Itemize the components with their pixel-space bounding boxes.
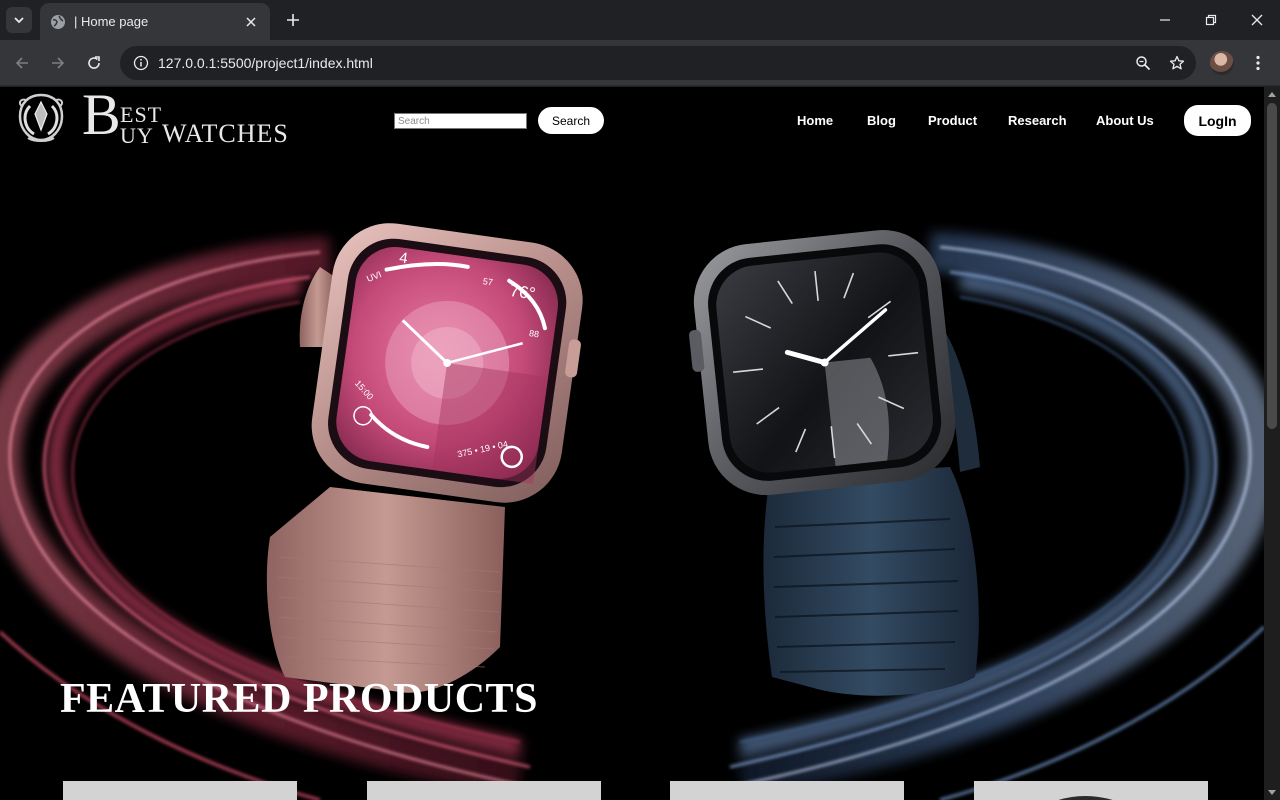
- nav-blog[interactable]: Blog: [867, 113, 896, 128]
- page-viewport: 4 UVI 57 76° 88 15:00 375 • 19 • 04 B ES…: [0, 87, 1264, 800]
- reload-icon: [88, 56, 100, 69]
- tab-search-button[interactable]: [6, 7, 32, 33]
- url-text: 127.0.0.1:5500/project1/index.html: [158, 55, 373, 71]
- product-card[interactable]: [974, 781, 1208, 800]
- watch-complication-small: 57: [482, 276, 493, 287]
- nav-research[interactable]: Research: [1008, 113, 1067, 128]
- featured-products-heading: FEATURED PRODUCTS: [60, 676, 538, 722]
- tab-title: | Home page: [74, 14, 149, 29]
- reload-button[interactable]: [80, 49, 108, 77]
- profile-avatar[interactable]: [1210, 51, 1234, 75]
- info-icon[interactable]: [126, 55, 156, 71]
- close-tab-icon[interactable]: [242, 13, 260, 31]
- bookmark-star-icon[interactable]: [1162, 49, 1192, 77]
- browser-tabstrip: | Home page: [0, 0, 1280, 40]
- nav-home[interactable]: Home: [797, 113, 833, 128]
- forward-button[interactable]: [44, 49, 72, 77]
- product-card[interactable]: [670, 781, 904, 800]
- login-button[interactable]: LogIn: [1184, 105, 1251, 136]
- plus-icon: [287, 14, 299, 26]
- product-image: [1058, 796, 1113, 800]
- arrow-left-icon: [15, 57, 28, 69]
- zoom-icon[interactable]: [1128, 49, 1158, 77]
- scroll-thumb[interactable]: [1267, 103, 1277, 429]
- new-tab-button[interactable]: [280, 7, 306, 33]
- chevron-down-icon: [14, 17, 24, 24]
- more-vert-icon: [1256, 55, 1260, 71]
- product-card[interactable]: [367, 781, 601, 800]
- page-scrollbar[interactable]: [1264, 87, 1280, 800]
- watch-complication-temp: 76°: [509, 281, 537, 303]
- nav-product[interactable]: Product: [928, 113, 977, 128]
- scroll-down-arrow-icon[interactable]: [1268, 788, 1276, 796]
- back-button[interactable]: [8, 49, 36, 77]
- arrow-right-icon: [52, 57, 65, 69]
- minimize-button[interactable]: [1142, 6, 1188, 34]
- product-image: [367, 781, 601, 800]
- browser-menu-button[interactable]: [1244, 49, 1272, 77]
- watch-complication-range: 88: [528, 328, 539, 339]
- browser-toolbar: 127.0.0.1:5500/project1/index.html: [0, 40, 1280, 86]
- restore-button[interactable]: [1188, 6, 1234, 34]
- restore-icon: [1205, 14, 1217, 26]
- scroll-up-arrow-icon[interactable]: [1268, 91, 1276, 99]
- close-window-button[interactable]: [1234, 6, 1280, 34]
- minimize-icon: [1160, 19, 1170, 21]
- nav-about-us[interactable]: About Us: [1096, 113, 1154, 128]
- close-icon: [1251, 14, 1263, 26]
- main-nav: Home Blog Product Research About Us: [0, 113, 1264, 131]
- browser-tab[interactable]: | Home page: [40, 3, 270, 40]
- product-card[interactable]: [63, 781, 297, 800]
- address-bar[interactable]: 127.0.0.1:5500/project1/index.html: [120, 46, 1196, 80]
- globe-icon: [50, 14, 66, 30]
